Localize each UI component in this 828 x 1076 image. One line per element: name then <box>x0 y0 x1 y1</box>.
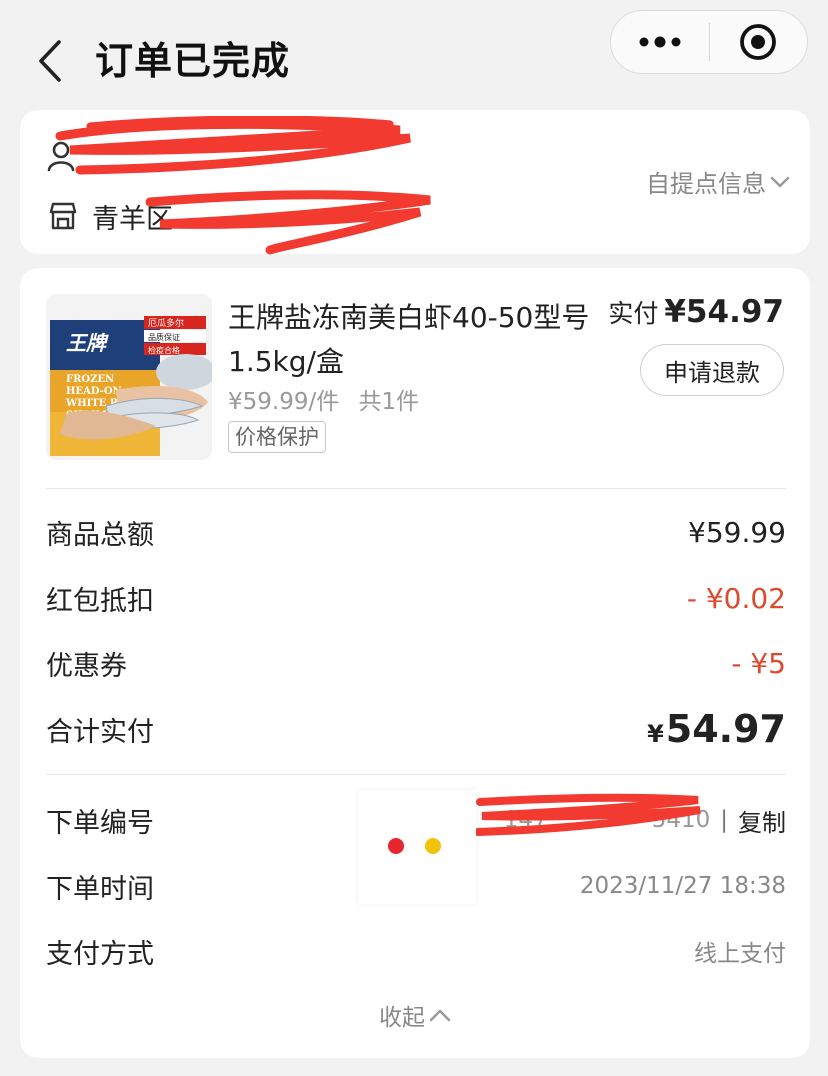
product-thumbnail[interactable]: 王牌 厄瓜多尔 品质保证 检疫合格 FROZEN HEAD-ON WHITE R… <box>46 294 212 460</box>
copy-button[interactable]: 复制 <box>738 803 786 838</box>
order-number-suffix: 5410 <box>651 807 711 833</box>
red-packet-value: - ¥0.02 <box>686 581 786 615</box>
order-time-label: 下单时间 <box>46 873 154 905</box>
store-icon <box>46 199 80 233</box>
red-packet-row: 红包抵扣 - ¥0.02 <box>46 578 786 618</box>
coupon-row: 优惠券 - ¥5 <box>46 643 786 683</box>
goods-total-value: ¥59.99 <box>688 515 786 549</box>
pickup-address-text: 青羊区 <box>92 203 173 235</box>
svg-text:HEAD-ON: HEAD-ON <box>66 386 122 397</box>
page-title: 订单已完成 <box>95 39 291 83</box>
svg-text:厄瓜多尔: 厄瓜多尔 <box>148 317 184 329</box>
target-close-icon <box>740 24 777 60</box>
paid-amount: 实付 ¥54.97 <box>608 294 784 330</box>
total-amount: 54.97 <box>665 707 786 751</box>
total-row: 合计实付 ¥ 54.97 <box>46 704 786 754</box>
request-refund-button[interactable]: 申请退款 <box>640 344 784 396</box>
separator: | <box>720 807 728 833</box>
loading-dot-red <box>388 838 404 854</box>
more-dots-icon <box>639 36 681 48</box>
back-button[interactable] <box>30 36 70 86</box>
svg-text:检疫合格: 检疫合格 <box>148 345 180 355</box>
total-value: ¥ 54.97 <box>647 707 786 751</box>
collapse-toggle[interactable]: 收起 <box>20 998 810 1032</box>
loading-dot-yellow <box>425 838 441 854</box>
product-name[interactable]: 王牌盐冻南美白虾40-50型号 1.5kg/盒 <box>228 296 598 384</box>
svg-text:FROZEN: FROZEN <box>66 374 114 385</box>
coupon-label: 优惠券 <box>46 650 127 682</box>
pickup-info-label: 自提点信息 <box>646 170 766 198</box>
coupon-value: - ¥5 <box>731 646 786 680</box>
pickup-info-link[interactable]: 自提点信息 <box>646 164 790 199</box>
order-card: 王牌 厄瓜多尔 品质保证 检疫合格 FROZEN HEAD-ON WHITE R… <box>20 268 810 1058</box>
svg-text:品质保证: 品质保证 <box>148 332 180 342</box>
unit-price: ¥59.99/件 <box>228 389 340 415</box>
goods-total-row: 商品总额 ¥59.99 <box>46 512 786 552</box>
divider <box>46 488 786 489</box>
divider <box>46 774 786 775</box>
total-currency: ¥ <box>647 720 664 748</box>
red-packet-label: 红包抵扣 <box>46 585 154 617</box>
person-icon <box>46 139 80 173</box>
shrimp-package-image: 王牌 厄瓜多尔 品质保证 检疫合格 FROZEN HEAD-ON WHITE R… <box>46 294 212 460</box>
nav-bar: 订单已完成 <box>0 0 828 110</box>
quantity: 共1件 <box>358 389 420 415</box>
order-number-label: 下单编号 <box>46 807 154 839</box>
product-unit-price: ¥59.99/件 共1件 <box>228 382 419 416</box>
chevron-down-icon <box>770 176 790 187</box>
order-number-value: 147 5410 | 复制 <box>504 803 786 838</box>
pickup-address-row: 青羊区 <box>46 192 173 240</box>
mini-program-capsule <box>610 10 808 74</box>
paid-label: 实付 <box>608 299 659 328</box>
payment-method-label: 支付方式 <box>46 938 154 970</box>
payment-method-value: 线上支付 <box>694 941 786 967</box>
goods-total-label: 商品总额 <box>46 519 154 551</box>
svg-text:王牌: 王牌 <box>66 331 109 355</box>
pickup-card: 青羊区 自提点信息 <box>20 110 810 255</box>
close-mini-program-button[interactable] <box>710 11 808 73</box>
loading-indicator <box>358 790 476 904</box>
pickup-contact-row <box>46 132 92 180</box>
price-protection-tag: 价格保护 <box>228 421 326 453</box>
order-time-value: 2023/11/27 18:38 <box>579 873 786 899</box>
paid-value: ¥54.97 <box>664 294 784 330</box>
total-label: 合计实付 <box>46 716 154 748</box>
chevron-left-icon <box>39 40 61 82</box>
more-button[interactable] <box>611 11 709 73</box>
order-number-prefix: 147 <box>503 807 548 833</box>
chevron-up-icon <box>429 1009 451 1022</box>
payment-method-row: 支付方式 线上支付 <box>46 931 786 971</box>
collapse-label: 收起 <box>379 1005 425 1031</box>
